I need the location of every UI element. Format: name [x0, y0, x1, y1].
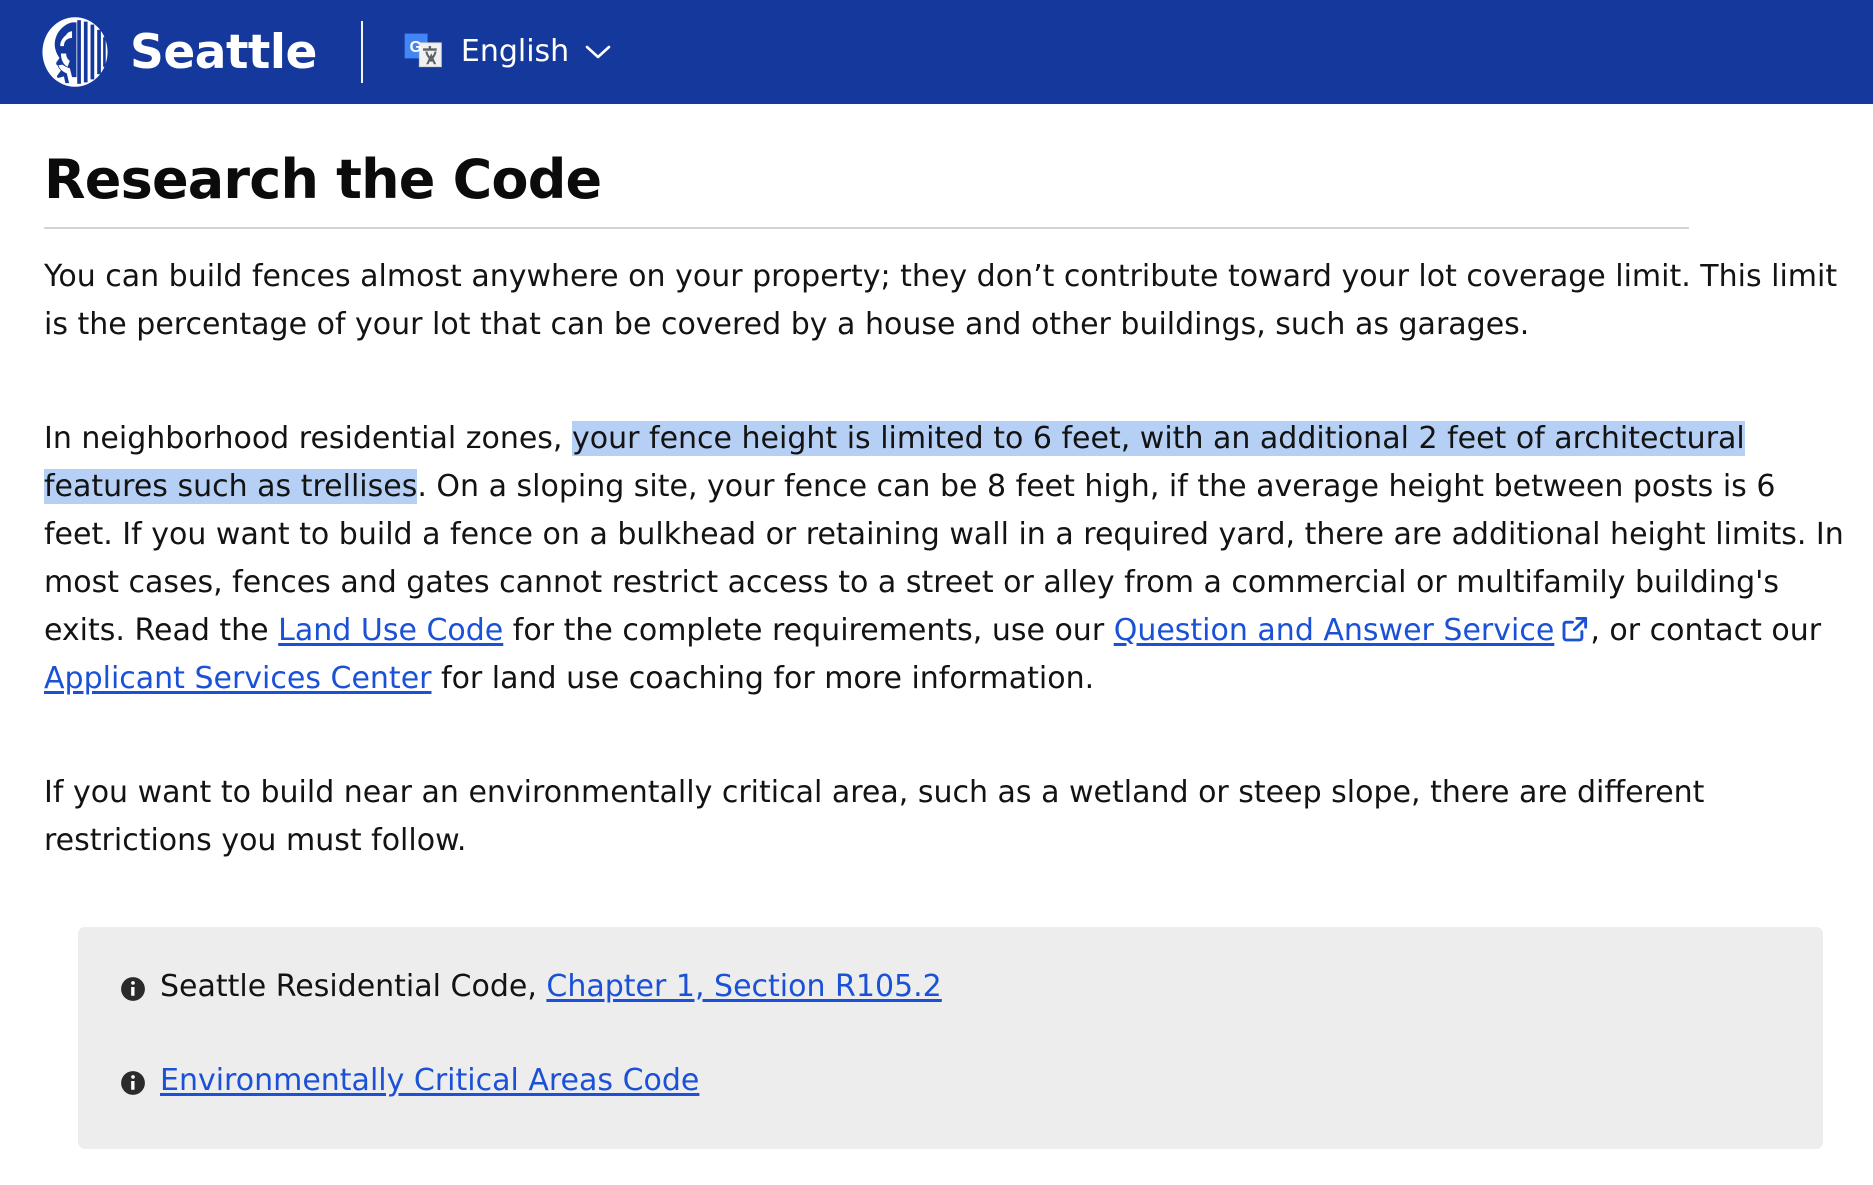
- list-item: Seattle Residential Code, Chapter 1, Sec…: [120, 965, 1781, 1015]
- chevron-down-icon[interactable]: [585, 44, 611, 60]
- external-link-icon[interactable]: [1554, 613, 1590, 648]
- paragraph-spacer-2: [44, 703, 1844, 745]
- link-land-use-code[interactable]: Land Use Code: [278, 613, 503, 648]
- p2-after-qa-text: , or contact our: [1590, 612, 1822, 648]
- page-title: Research the Code: [44, 148, 602, 211]
- seattle-seal-icon: [38, 15, 112, 89]
- google-translate-icon: G: [401, 30, 445, 74]
- title-divider: [44, 226, 1689, 229]
- article-body: You can build fences almost anywhere on …: [44, 253, 1844, 865]
- paragraph-critical-area: If you want to build near an environment…: [44, 769, 1844, 865]
- paragraph-3-text: If you want to build near an environment…: [44, 774, 1705, 858]
- paragraph-lot-coverage: You can build fences almost anywhere on …: [44, 253, 1844, 349]
- callout-row-1-prefix: Seattle Residential Code,: [160, 968, 547, 1004]
- p2-tail-text: for land use coaching for more informati…: [431, 660, 1095, 696]
- link-question-and-answer-service[interactable]: Question and Answer Service: [1114, 613, 1555, 648]
- site-header: Seattle G English: [0, 0, 1873, 104]
- brand-title: Seattle: [130, 24, 317, 80]
- paragraph-fence-height: In neighborhood residential zones, your …: [44, 415, 1844, 703]
- link-environmentally-critical-areas-code[interactable]: Environmentally Critical Areas Code: [160, 1063, 699, 1098]
- p2-after-luc-text: for the complete requirements, use our: [503, 612, 1114, 648]
- code-references-callout: Seattle Residential Code, Chapter 1, Sec…: [78, 926, 1823, 1149]
- info-icon: [120, 965, 146, 1015]
- p2-lead-text: In neighborhood residential zones,: [44, 420, 573, 456]
- language-switcher[interactable]: G English: [401, 30, 611, 74]
- link-chapter-1-section-r105-2[interactable]: Chapter 1, Section R105.2: [546, 969, 941, 1004]
- callout-row-text: Environmentally Critical Areas Code: [160, 1059, 699, 1103]
- paragraph-1-text: You can build fences almost anywhere on …: [44, 258, 1838, 342]
- language-label: English: [460, 34, 570, 69]
- callout-row-text: Seattle Residential Code, Chapter 1, Sec…: [160, 965, 942, 1009]
- brand-home-link[interactable]: Seattle: [38, 15, 317, 89]
- list-item: Environmentally Critical Areas Code: [120, 1059, 1781, 1109]
- main-content: Research the Code You can build fences a…: [0, 104, 1873, 1149]
- header-divider: [360, 21, 363, 83]
- info-icon: [120, 1059, 146, 1109]
- link-applicant-services-center[interactable]: Applicant Services Center: [44, 661, 431, 696]
- svg-text:G: G: [409, 39, 421, 56]
